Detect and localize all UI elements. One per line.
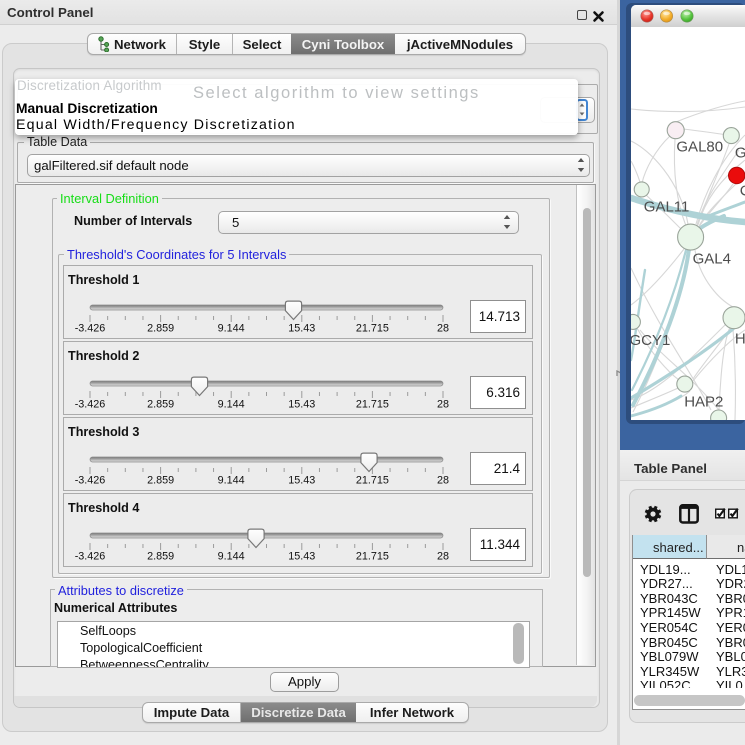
svg-text:-3.426: -3.426 [75,475,106,487]
svg-text:2.859: 2.859 [147,551,174,563]
svg-text:21.715: 21.715 [356,551,389,563]
svg-text:28: 28 [437,551,449,563]
svg-text:9.144: 9.144 [218,551,245,563]
svg-text:15.43: 15.43 [288,475,315,487]
svg-text:GAL11: GAL11 [644,199,690,216]
svg-text:2.859: 2.859 [147,475,174,487]
svg-text:GCY1: GCY1 [631,332,670,349]
svg-text:9.144: 9.144 [218,399,245,411]
svg-text:-3.426: -3.426 [75,323,106,335]
svg-text:GAL4: GAL4 [693,251,731,268]
svg-text:-3.426: -3.426 [75,399,106,411]
svg-text:15.43: 15.43 [288,551,315,563]
svg-text:28: 28 [437,323,449,335]
svg-text:9.144: 9.144 [218,323,245,335]
svg-text:GA: GA [735,145,745,162]
svg-text:21.715: 21.715 [356,323,389,335]
svg-text:GAL80: GAL80 [676,139,723,156]
svg-text:2.859: 2.859 [147,399,174,411]
svg-text:15.43: 15.43 [288,399,315,411]
svg-text:H: H [735,331,745,348]
svg-text:21.715: 21.715 [356,399,389,411]
svg-text:21.715: 21.715 [356,475,389,487]
svg-text:HAP2: HAP2 [684,394,723,411]
svg-text:9.144: 9.144 [218,475,245,487]
svg-text:28: 28 [437,399,449,411]
svg-text:2.859: 2.859 [147,323,174,335]
svg-text:C: C [740,183,745,200]
svg-text:-3.426: -3.426 [75,551,106,563]
svg-text:28: 28 [437,475,449,487]
svg-text:15.43: 15.43 [288,323,315,335]
